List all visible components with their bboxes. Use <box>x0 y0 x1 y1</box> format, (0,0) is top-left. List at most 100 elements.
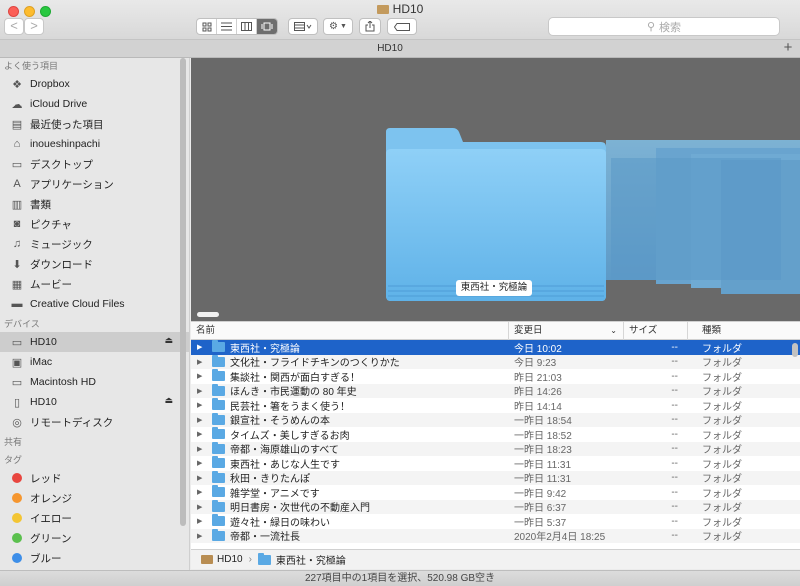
cover-flow-view-button[interactable] <box>257 19 277 34</box>
disclosure-triangle-icon[interactable]: ▶ <box>197 343 207 351</box>
sidebar-item-hd10[interactable]: ▭ HD10 ⏏ <box>0 332 189 352</box>
list-item[interactable]: ▶ 帝都・海原雄山のすべて 一昨日 18:23 -- フォルダ <box>191 441 800 456</box>
action-menu-button[interactable]: ⚙ ▼ <box>323 18 353 35</box>
imac-icon: ▣ <box>11 356 23 369</box>
list-view-icon <box>221 22 232 31</box>
column-view-button[interactable] <box>237 19 257 34</box>
sidebar-item-hd10-2[interactable]: ▯ HD10 ⏏ <box>0 392 189 412</box>
chevron-down-icon: ▼ <box>340 23 347 30</box>
group-by-button[interactable] <box>288 18 318 35</box>
selected-folder-icon <box>386 128 606 301</box>
list-item[interactable]: ▶ 遊々社・緑日の味わい 一昨日 5:37 -- フォルダ <box>191 514 800 529</box>
shared-heading: 共有 <box>4 437 23 447</box>
disclosure-triangle-icon[interactable]: ▶ <box>197 401 207 409</box>
sidebar-tag-red[interactable]: レッド <box>0 468 189 488</box>
favorites-heading: よく使う項目 <box>4 61 59 71</box>
list-item[interactable]: ▶ 帝都・一流社長 2020年2月4日 18:25 -- フォルダ <box>191 528 800 543</box>
path-separator: › <box>248 554 252 565</box>
disclosure-triangle-icon[interactable]: ▶ <box>197 358 207 366</box>
list-item[interactable]: ▶ 民芸社・箸をうまく使う！ 昨日 14:14 -- フォルダ <box>191 398 800 413</box>
disclosure-triangle-icon[interactable]: ▶ <box>197 387 207 395</box>
column-header-date[interactable]: 変更日 ⌄ <box>509 322 624 340</box>
list-item[interactable]: ▶ 明日書房・次世代の不動産入門 一昨日 6:37 -- フォルダ <box>191 499 800 514</box>
folder-icon <box>212 412 225 425</box>
list-item[interactable]: ▶ 銀宣社・そうめんの本 一昨日 18:54 -- フォルダ <box>191 412 800 427</box>
sidebar-tag-orange[interactable]: オレンジ <box>0 488 189 508</box>
disclosure-triangle-icon[interactable]: ▶ <box>197 430 207 438</box>
sidebar-item-icloud-drive[interactable]: ☁ iCloud Drive <box>0 94 189 114</box>
sidebar-item-imac[interactable]: ▣ iMac <box>0 352 189 372</box>
eject-icon[interactable]: ⏏ <box>164 395 173 406</box>
sidebar-item-movies[interactable]: ▦ ムービー <box>0 274 189 294</box>
window-title: HD10 <box>0 2 800 16</box>
sidebar-item-remote-disc[interactable]: ◎ リモートディスク <box>0 412 189 432</box>
sidebar-scrollbar[interactable] <box>180 58 186 526</box>
list-item[interactable]: ▶ 東西社・あじな人生です 一昨日 11:31 -- フォルダ <box>191 456 800 471</box>
gear-icon: ⚙ <box>329 21 339 32</box>
disclosure-triangle-icon[interactable]: ▶ <box>197 372 207 380</box>
list-item[interactable]: ▶ 集談社・関西が面白すぎる！ 昨日 21:03 -- フォルダ <box>191 369 800 384</box>
tab-hd10[interactable]: HD10 <box>0 43 780 54</box>
sidebar-tag-green[interactable]: グリーン <box>0 528 189 548</box>
sidebar-item-applications[interactable]: A アプリケーション <box>0 174 189 194</box>
sidebar-item-macintosh-hd[interactable]: ▭ Macintosh HD <box>0 372 189 392</box>
sidebar-item-downloads[interactable]: ⬇ ダウンロード <box>0 254 189 274</box>
new-tab-button[interactable]: + <box>780 40 796 56</box>
column-header-name[interactable]: 名前 <box>191 322 509 340</box>
edit-tags-button[interactable] <box>387 18 417 35</box>
disclosure-triangle-icon[interactable]: ▶ <box>197 503 207 511</box>
sidebar-item-desktop[interactable]: ▭ デスクトップ <box>0 154 189 174</box>
forward-button[interactable]: > <box>24 18 44 35</box>
path-item-disk[interactable]: HD10 <box>217 554 243 565</box>
search-input[interactable]: ⚲ 検索 <box>548 17 780 36</box>
share-button[interactable] <box>359 18 381 35</box>
disclosure-triangle-icon[interactable]: ▶ <box>197 517 207 525</box>
disclosure-triangle-icon[interactable]: ▶ <box>197 445 207 453</box>
sort-chevron-icon: ⌄ <box>610 326 617 335</box>
icon-view-button[interactable] <box>197 19 217 34</box>
list-item[interactable]: ▶ ほんき・市民運動の 80 年史 昨日 14:26 -- フォルダ <box>191 383 800 398</box>
tag-color-icon <box>12 553 22 563</box>
disclosure-triangle-icon[interactable]: ▶ <box>197 532 207 540</box>
folder-icon <box>212 398 225 411</box>
disclosure-triangle-icon[interactable]: ▶ <box>197 459 207 467</box>
remote-disc-icon: ◎ <box>12 416 22 429</box>
dropbox-icon: ❖ <box>12 78 22 91</box>
disclosure-triangle-icon[interactable]: ▶ <box>197 474 207 482</box>
list-item[interactable]: ▶ タイムズ・美しすぎるお肉 一昨日 18:52 -- フォルダ <box>191 427 800 442</box>
sidebar-item-home[interactable]: ⌂ inoueshinpachi <box>0 134 189 154</box>
path-item-folder[interactable]: 東西社・究極論 <box>276 552 346 567</box>
list-view-button[interactable] <box>217 19 237 34</box>
folder-icon <box>212 427 225 440</box>
disclosure-triangle-icon[interactable]: ▶ <box>197 416 207 424</box>
eject-icon[interactable]: ⏏ <box>164 335 173 346</box>
status-bar: 227項目中の1項目を選択、520.98 GB空き <box>0 570 800 586</box>
back-button[interactable]: < <box>4 18 24 35</box>
disclosure-triangle-icon[interactable]: ▶ <box>197 488 207 496</box>
list-item[interactable]: ▶ 文化社・フライドチキンのつくりかた 今日 9:23 -- フォルダ <box>191 354 800 369</box>
cover-flow-scrollbar[interactable] <box>197 312 219 317</box>
list-item[interactable]: ▶ 東西社・究極論 今日 10:02 -- フォルダ <box>191 340 800 355</box>
list-item[interactable]: ▶ 雑学堂・アニメです 一昨日 9:42 -- フォルダ <box>191 485 800 500</box>
sidebar-item-pictures[interactable]: ◙ ピクチャ <box>0 214 189 234</box>
folder-icon <box>212 514 225 527</box>
sidebar-item-music[interactable]: ♫ ミュージック <box>0 234 189 254</box>
disk-icon <box>201 555 213 564</box>
tag-color-icon <box>12 533 22 543</box>
folder-icon <box>212 499 225 512</box>
selected-folder-label: 東西社・究極論 <box>456 280 532 296</box>
sidebar-tag-blue[interactable]: ブルー <box>0 548 189 568</box>
folder-icon <box>212 456 225 469</box>
sidebar-item-recents[interactable]: ▤ 最近使った項目 <box>0 114 189 134</box>
sidebar-tag-yellow[interactable]: イエロー <box>0 508 189 528</box>
sidebar-item-creative-cloud[interactable]: ▬ Creative Cloud Files <box>0 294 189 314</box>
column-header-kind[interactable]: 種類 <box>688 322 800 340</box>
folder-icon <box>212 528 225 541</box>
column-header-size[interactable]: サイズ <box>624 322 688 340</box>
sidebar-item-dropbox[interactable]: ❖ Dropbox <box>0 74 189 94</box>
list-scrollbar[interactable] <box>792 343 798 357</box>
sidebar-item-documents[interactable]: ▥ 書類 <box>0 194 189 214</box>
list-item[interactable]: ▶ 秋田・きりたんぽ 一昨日 11:31 -- フォルダ <box>191 470 800 485</box>
disk-icon: ▭ <box>11 336 23 349</box>
folder-icon <box>212 485 225 498</box>
